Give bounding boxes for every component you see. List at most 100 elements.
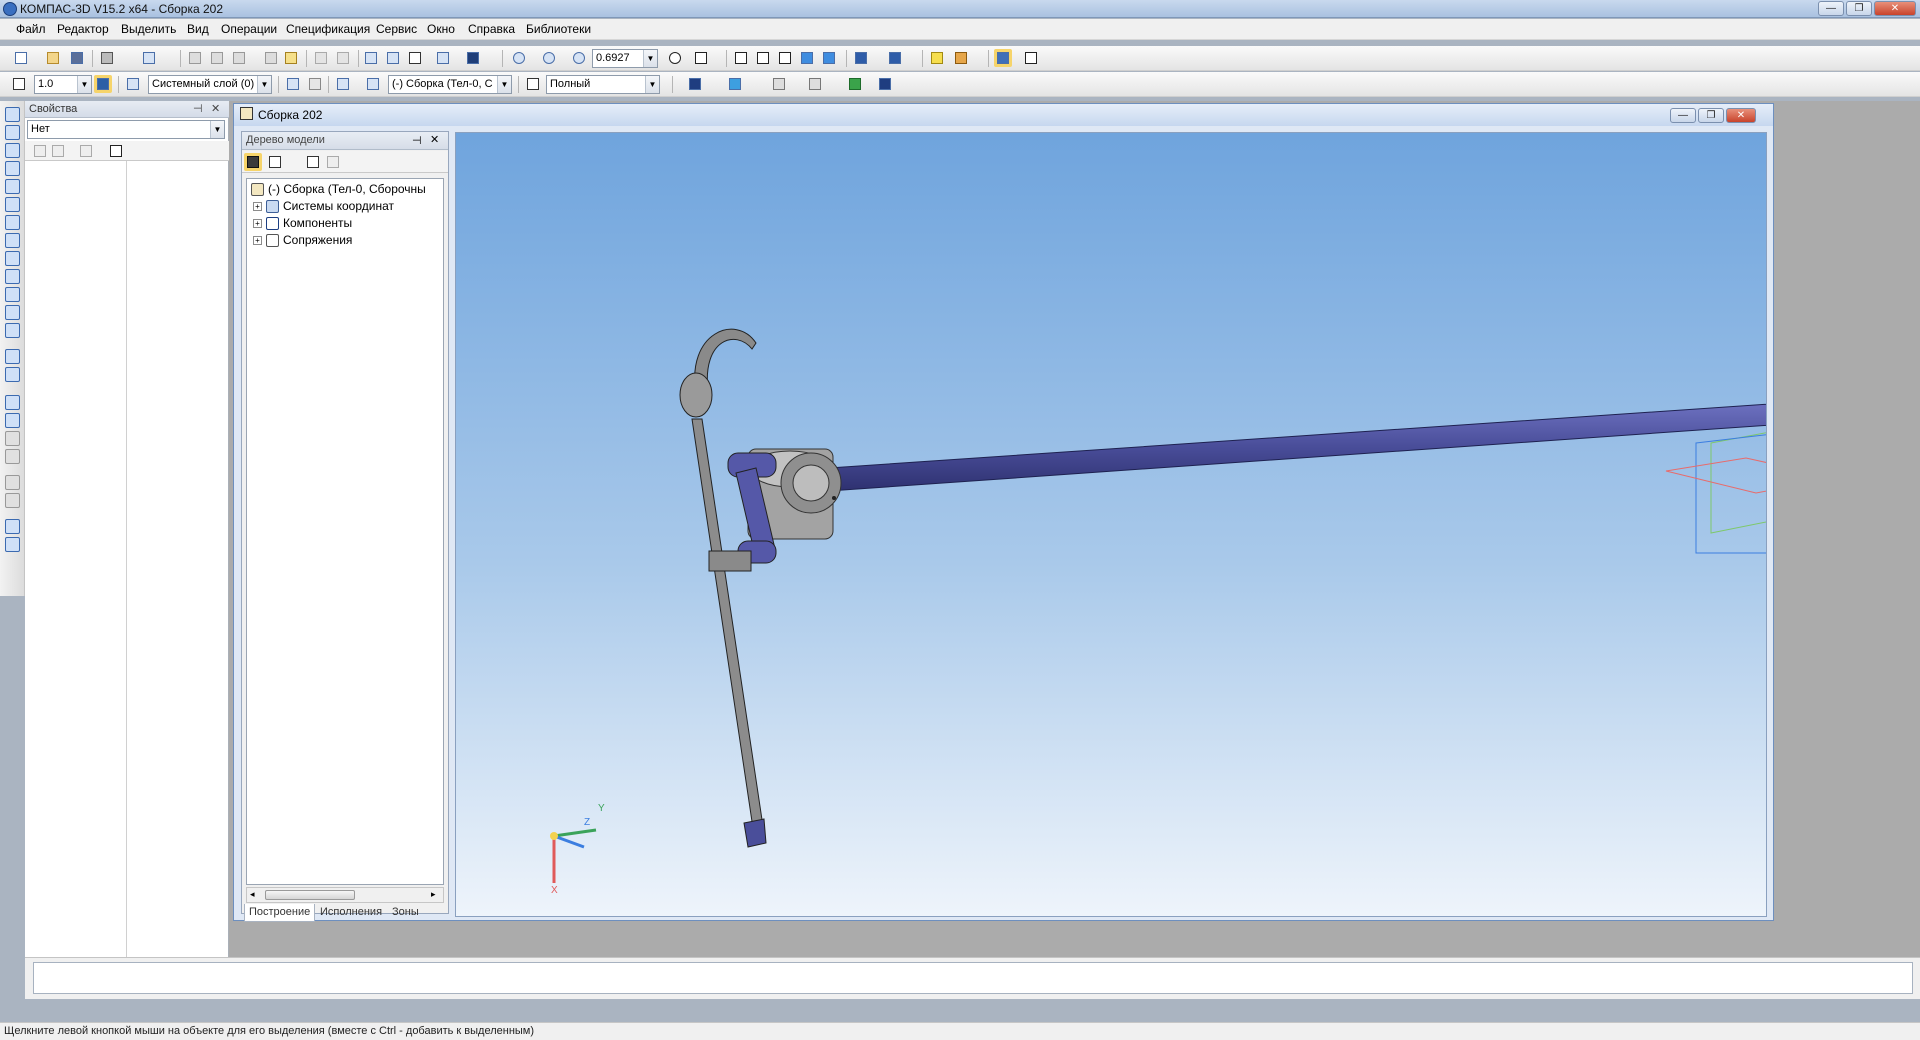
menu-service[interactable]: Сервис — [376, 22, 417, 36]
manager-icon[interactable] — [362, 49, 380, 67]
tool-elements-icon[interactable] — [5, 305, 20, 320]
tool-array-icon[interactable] — [5, 179, 20, 194]
tool-box2-icon[interactable] — [5, 413, 20, 428]
minimize-button[interactable]: — — [1818, 1, 1844, 16]
zoom-show-all-icon[interactable] — [540, 49, 558, 67]
copy-icon[interactable] — [208, 49, 226, 67]
tree-doc2-icon[interactable] — [324, 153, 342, 171]
layer-combo[interactable]: Системный слой (0) ▼ — [148, 75, 272, 94]
properties-tool-icon[interactable] — [262, 49, 280, 67]
cs-selector-icon[interactable] — [334, 75, 352, 93]
section-icon[interactable] — [726, 75, 744, 93]
filters-icon[interactable] — [852, 49, 870, 67]
zoom-window-icon[interactable] — [510, 49, 528, 67]
layers-icon[interactable] — [124, 75, 142, 93]
measure-icon[interactable] — [434, 49, 452, 67]
tool-editing-icon[interactable] — [5, 107, 20, 122]
rotate-icon[interactable] — [666, 49, 684, 67]
scroll-right-icon[interactable]: ▸ — [431, 889, 436, 900]
tool-filter-icon[interactable] — [5, 251, 20, 266]
tool-spec-icon[interactable] — [5, 269, 20, 284]
assembly-combo[interactable]: (-) Сборка (Тел-0, С ▼ — [388, 75, 512, 94]
tool-disabled-icon[interactable] — [5, 431, 20, 446]
hook[interactable] — [679, 328, 757, 418]
scrollbar-thumb[interactable] — [265, 890, 355, 900]
cut-icon[interactable] — [186, 49, 204, 67]
tool-sheet-icon[interactable] — [5, 349, 20, 364]
tree-horizontal-scrollbar[interactable]: ◂ ▸ — [246, 887, 444, 903]
tool-dimension-icon[interactable] — [5, 233, 20, 248]
sort-alpha-icon[interactable] — [49, 142, 67, 160]
tool-pipe-icon[interactable] — [5, 323, 20, 338]
menu-libraries[interactable]: Библиотеки — [526, 22, 591, 36]
doc-restore-button[interactable]: ❐ — [1698, 108, 1724, 123]
hidden-lines-icon[interactable] — [754, 49, 772, 67]
zoom-icon[interactable] — [570, 49, 588, 67]
expand-icon[interactable]: + — [253, 236, 262, 246]
tree-item-coordinate-systems[interactable]: + Системы координат — [253, 199, 394, 215]
step-cursor-icon[interactable] — [10, 75, 28, 93]
shaft[interactable] — [828, 400, 1767, 492]
sort-category-icon[interactable] — [31, 142, 49, 160]
close-icon[interactable]: ✕ — [430, 133, 439, 146]
tool-macro-icon[interactable] — [5, 519, 20, 534]
close-icon[interactable]: ✕ — [211, 102, 220, 115]
spec-icon[interactable] — [846, 75, 864, 93]
paste-icon[interactable] — [230, 49, 248, 67]
help-pointer-icon[interactable] — [464, 49, 482, 67]
tool-sheet2-icon[interactable] — [5, 367, 20, 382]
preview-icon[interactable] — [140, 49, 158, 67]
variables-icon[interactable] — [282, 49, 300, 67]
new-file-icon[interactable] — [12, 49, 30, 67]
scroll-left-icon[interactable]: ◂ — [250, 889, 255, 900]
scene-icon[interactable] — [686, 75, 704, 93]
tree-structure-icon[interactable] — [244, 153, 262, 171]
mate-icon[interactable] — [806, 75, 824, 93]
menu-view[interactable]: Вид — [187, 22, 209, 36]
tree-toggle-icon[interactable] — [994, 49, 1012, 67]
zoom-combo[interactable]: 0.6927 ▼ — [592, 49, 658, 68]
tab-zones[interactable]: Зоны — [388, 904, 423, 922]
pin-icon[interactable]: ⊣ — [193, 102, 203, 115]
array-icon[interactable] — [770, 75, 788, 93]
text-icon[interactable] — [876, 75, 894, 93]
pin-icon[interactable]: ⊣ — [412, 134, 422, 147]
help-icon[interactable] — [107, 142, 125, 160]
tool-component-icon[interactable] — [5, 125, 20, 140]
menu-help[interactable]: Справка — [468, 22, 515, 36]
tool-measure-icon[interactable] — [5, 215, 20, 230]
selection-icon[interactable] — [886, 49, 904, 67]
menu-specification[interactable]: Спецификация — [286, 22, 370, 36]
shaded-icon[interactable] — [798, 49, 816, 67]
object-combo[interactable]: Нет ▼ — [27, 120, 225, 139]
tool-macro2-icon[interactable] — [5, 537, 20, 552]
expand-icon[interactable]: + — [253, 202, 262, 212]
thin-hidden-icon[interactable] — [776, 49, 794, 67]
tool-surface-icon[interactable] — [5, 161, 20, 176]
undo-icon[interactable] — [312, 49, 330, 67]
tab-variants[interactable]: Исполнения — [316, 904, 386, 922]
tool-disabled2-icon[interactable] — [5, 449, 20, 464]
tree-item-mates[interactable]: + Сопряжения — [253, 233, 352, 249]
orthogonal-icon[interactable] — [306, 75, 324, 93]
display-mode-icon[interactable] — [524, 75, 542, 93]
tree-doc-icon[interactable] — [304, 153, 322, 171]
tool-disabled3-icon[interactable] — [5, 475, 20, 490]
menu-select[interactable]: Выделить — [121, 22, 176, 36]
display-mode-combo[interactable]: Полный ▼ — [546, 75, 660, 94]
libraries-icon[interactable] — [384, 49, 402, 67]
edit-component-icon[interactable] — [952, 49, 970, 67]
tab-build[interactable]: Построение — [244, 904, 316, 922]
tool-report-icon[interactable] — [5, 287, 20, 302]
orientation-icon[interactable] — [692, 49, 710, 67]
menu-window[interactable]: Окно — [427, 22, 455, 36]
frame-icon[interactable] — [1022, 49, 1040, 67]
maximize-button[interactable]: ❐ — [1846, 1, 1872, 16]
close-button[interactable]: ✕ — [1874, 1, 1916, 16]
doc-close-button[interactable]: ✕ — [1726, 108, 1756, 123]
snap-icon[interactable] — [94, 75, 112, 93]
component-icon[interactable] — [364, 75, 382, 93]
model-viewport[interactable]: Y Z X — [455, 132, 1767, 917]
tool-box-icon[interactable] — [5, 395, 20, 410]
menu-operations[interactable]: Операции — [221, 22, 277, 36]
